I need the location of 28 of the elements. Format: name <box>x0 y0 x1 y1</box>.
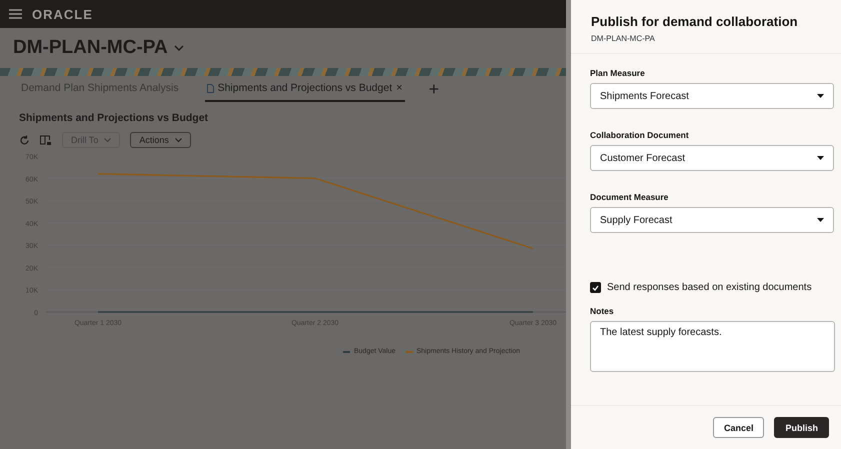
select-field[interactable]: Shipments Forecast <box>590 83 834 109</box>
dialog-button[interactable]: Cancel <box>712 417 764 438</box>
checkmark-icon <box>592 284 599 290</box>
refresh-icon[interactable] <box>19 134 30 146</box>
logo: ORACLE <box>32 6 93 22</box>
caret-icon <box>817 156 824 160</box>
report-title: Shipments and Projections vs Budget <box>18 111 210 124</box>
field-label: Plan Measure <box>590 68 646 78</box>
dialog-button[interactable]: Publish <box>774 417 829 438</box>
select-field[interactable]: Customer Forecast <box>590 145 834 171</box>
drawer-subtitle: DM-PLAN-MC-PA <box>591 34 656 43</box>
menu-icon[interactable] <box>9 9 22 19</box>
checkbox[interactable] <box>590 282 601 293</box>
select-field[interactable]: Supply Forecast <box>590 207 834 233</box>
caret-icon <box>817 218 824 222</box>
document-icon <box>206 84 214 92</box>
chevron-down-icon <box>174 138 182 142</box>
checkbox-row[interactable]: Send responses based on existing documents <box>590 282 829 293</box>
chevron-down-icon <box>104 138 112 142</box>
notes-field[interactable]: The latest supply forecasts. <box>590 321 835 372</box>
field-label: Notes <box>590 306 615 316</box>
caret-icon <box>817 94 824 98</box>
field-label: Collaboration Document <box>590 130 690 140</box>
drawer-title: Publish for demand collaboration <box>591 14 799 29</box>
chevron-down-icon[interactable] <box>174 44 184 52</box>
field-label: Document Measure <box>590 192 670 202</box>
book-icon[interactable] <box>40 134 52 146</box>
page-title: DM-PLAN-MC-PA <box>13 37 168 59</box>
